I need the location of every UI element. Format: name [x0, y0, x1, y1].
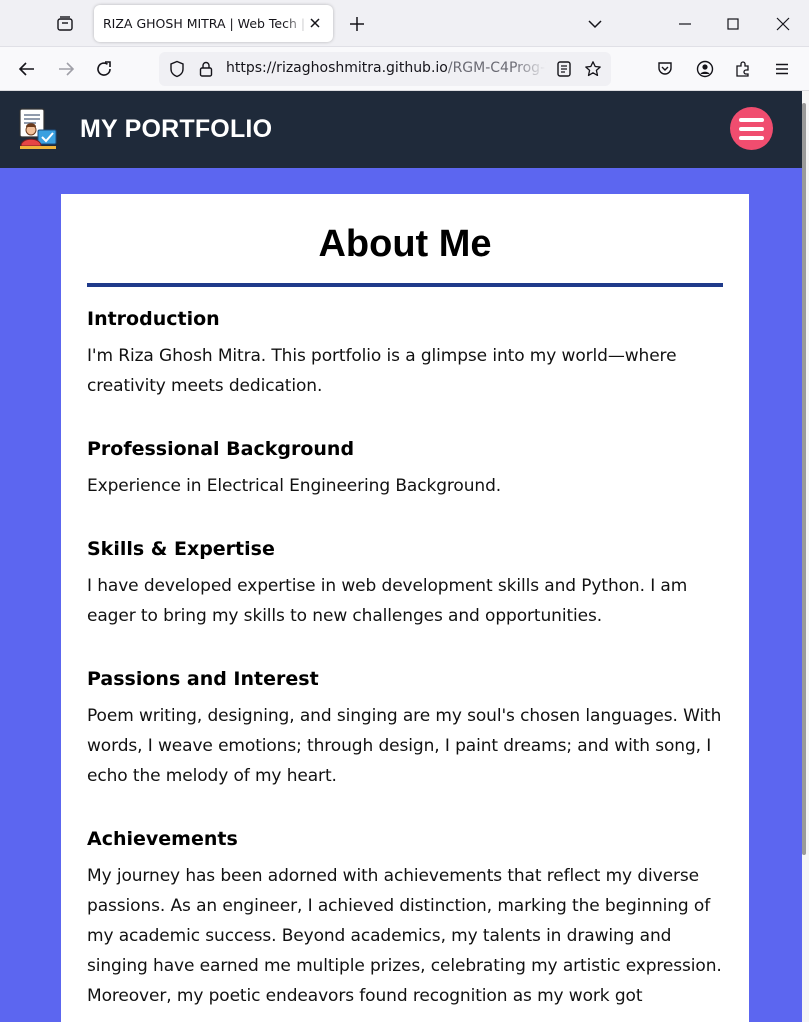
heading-divider: [87, 283, 723, 287]
section-achievements: Achievements My journey has been adorned…: [87, 827, 723, 1011]
reader-view-icon[interactable]: [552, 57, 576, 81]
account-icon[interactable]: [691, 55, 719, 83]
pocket-icon[interactable]: [651, 55, 679, 83]
section-introduction: Introduction I'm Riza Ghosh Mitra. This …: [87, 307, 723, 401]
about-card: About Me Introduction I'm Riza Ghosh Mit…: [61, 194, 749, 1022]
shield-icon[interactable]: [165, 57, 189, 81]
section-title: Achievements: [87, 828, 238, 850]
page-viewport: MY PORTFOLIO About Me Introduction I'm R…: [0, 91, 809, 1022]
lock-icon[interactable]: [194, 57, 218, 81]
section-title: Skills & Expertise: [87, 538, 275, 560]
site-title[interactable]: MY PORTFOLIO: [80, 115, 272, 144]
browser-nav-bar: https://rizaghoshmitra.github.io/RGM-C4P…: [0, 47, 809, 91]
hamburger-menu-button[interactable]: [730, 107, 773, 150]
section-text: Poem writing, designing, and singing are…: [87, 706, 722, 786]
section-passions: Passions and Interest Poem writing, desi…: [87, 667, 723, 791]
url-bar[interactable]: https://rizaghoshmitra.github.io/RGM-C4P…: [159, 52, 611, 86]
url-host: https://rizaghoshmitra.github.io: [226, 60, 448, 76]
menu-bar-icon: [739, 135, 764, 140]
section-title: Introduction: [87, 308, 220, 330]
section-text: I'm Riza Ghosh Mitra. This portfolio is …: [87, 346, 677, 396]
browser-tab-bar: RIZA GHOSH MITRA | Web Tech | Certificat…: [0, 0, 809, 47]
window-close-icon[interactable]: [770, 11, 796, 37]
section-professional-background: Professional Background Experience in El…: [87, 437, 723, 501]
maximize-icon[interactable]: [720, 11, 746, 37]
section-text: I have developed expertise in web develo…: [87, 576, 688, 626]
section-text: Experience in Electrical Engineering Bac…: [87, 476, 502, 496]
extensions-icon[interactable]: [729, 55, 757, 83]
section-text: My journey has been adorned with achieve…: [87, 866, 722, 1006]
forward-icon[interactable]: [52, 55, 80, 83]
menu-bar-icon: [739, 117, 764, 122]
back-icon[interactable]: [13, 55, 41, 83]
bookmark-star-icon[interactable]: [581, 57, 605, 81]
section-title: Professional Background: [87, 438, 355, 460]
close-tab-icon[interactable]: [306, 14, 324, 32]
menu-bar-icon: [739, 126, 764, 131]
site-header: MY PORTFOLIO: [0, 91, 802, 168]
url-path: /RGM-C4Prog-Web: [447, 60, 546, 76]
minimize-icon[interactable]: [672, 11, 698, 37]
browser-tab[interactable]: RIZA GHOSH MITRA | Web Tech | Certificat…: [94, 5, 333, 42]
portfolio-logo[interactable]: [16, 106, 62, 152]
tab-title: RIZA GHOSH MITRA | Web Tech | Certificat…: [103, 16, 308, 31]
scrollbar-thumb[interactable]: [802, 103, 806, 855]
chevron-down-icon[interactable]: [582, 11, 608, 37]
app-menu-icon[interactable]: [768, 55, 796, 83]
section-title: Passions and Interest: [87, 668, 319, 690]
tab-list-icon[interactable]: [52, 11, 78, 37]
reload-icon[interactable]: [90, 55, 118, 83]
section-skills: Skills & Expertise I have developed expe…: [87, 537, 723, 631]
about-heading: About Me: [318, 223, 492, 265]
url-text: https://rizaghoshmitra.github.io/RGM-C4P…: [226, 60, 546, 76]
new-tab-icon[interactable]: [344, 11, 370, 37]
